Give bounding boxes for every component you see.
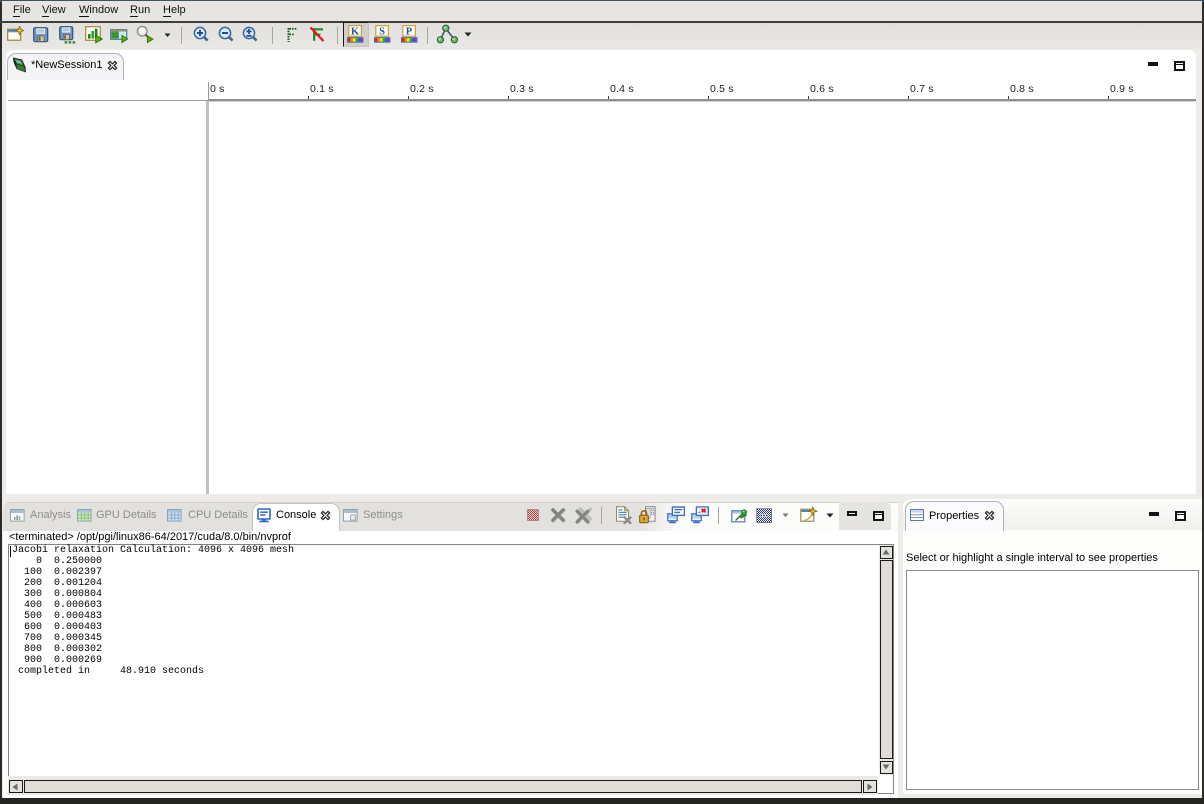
- svg-text:P: P: [406, 27, 413, 38]
- svg-text:K: K: [351, 27, 360, 38]
- svg-text:S: S: [379, 27, 385, 38]
